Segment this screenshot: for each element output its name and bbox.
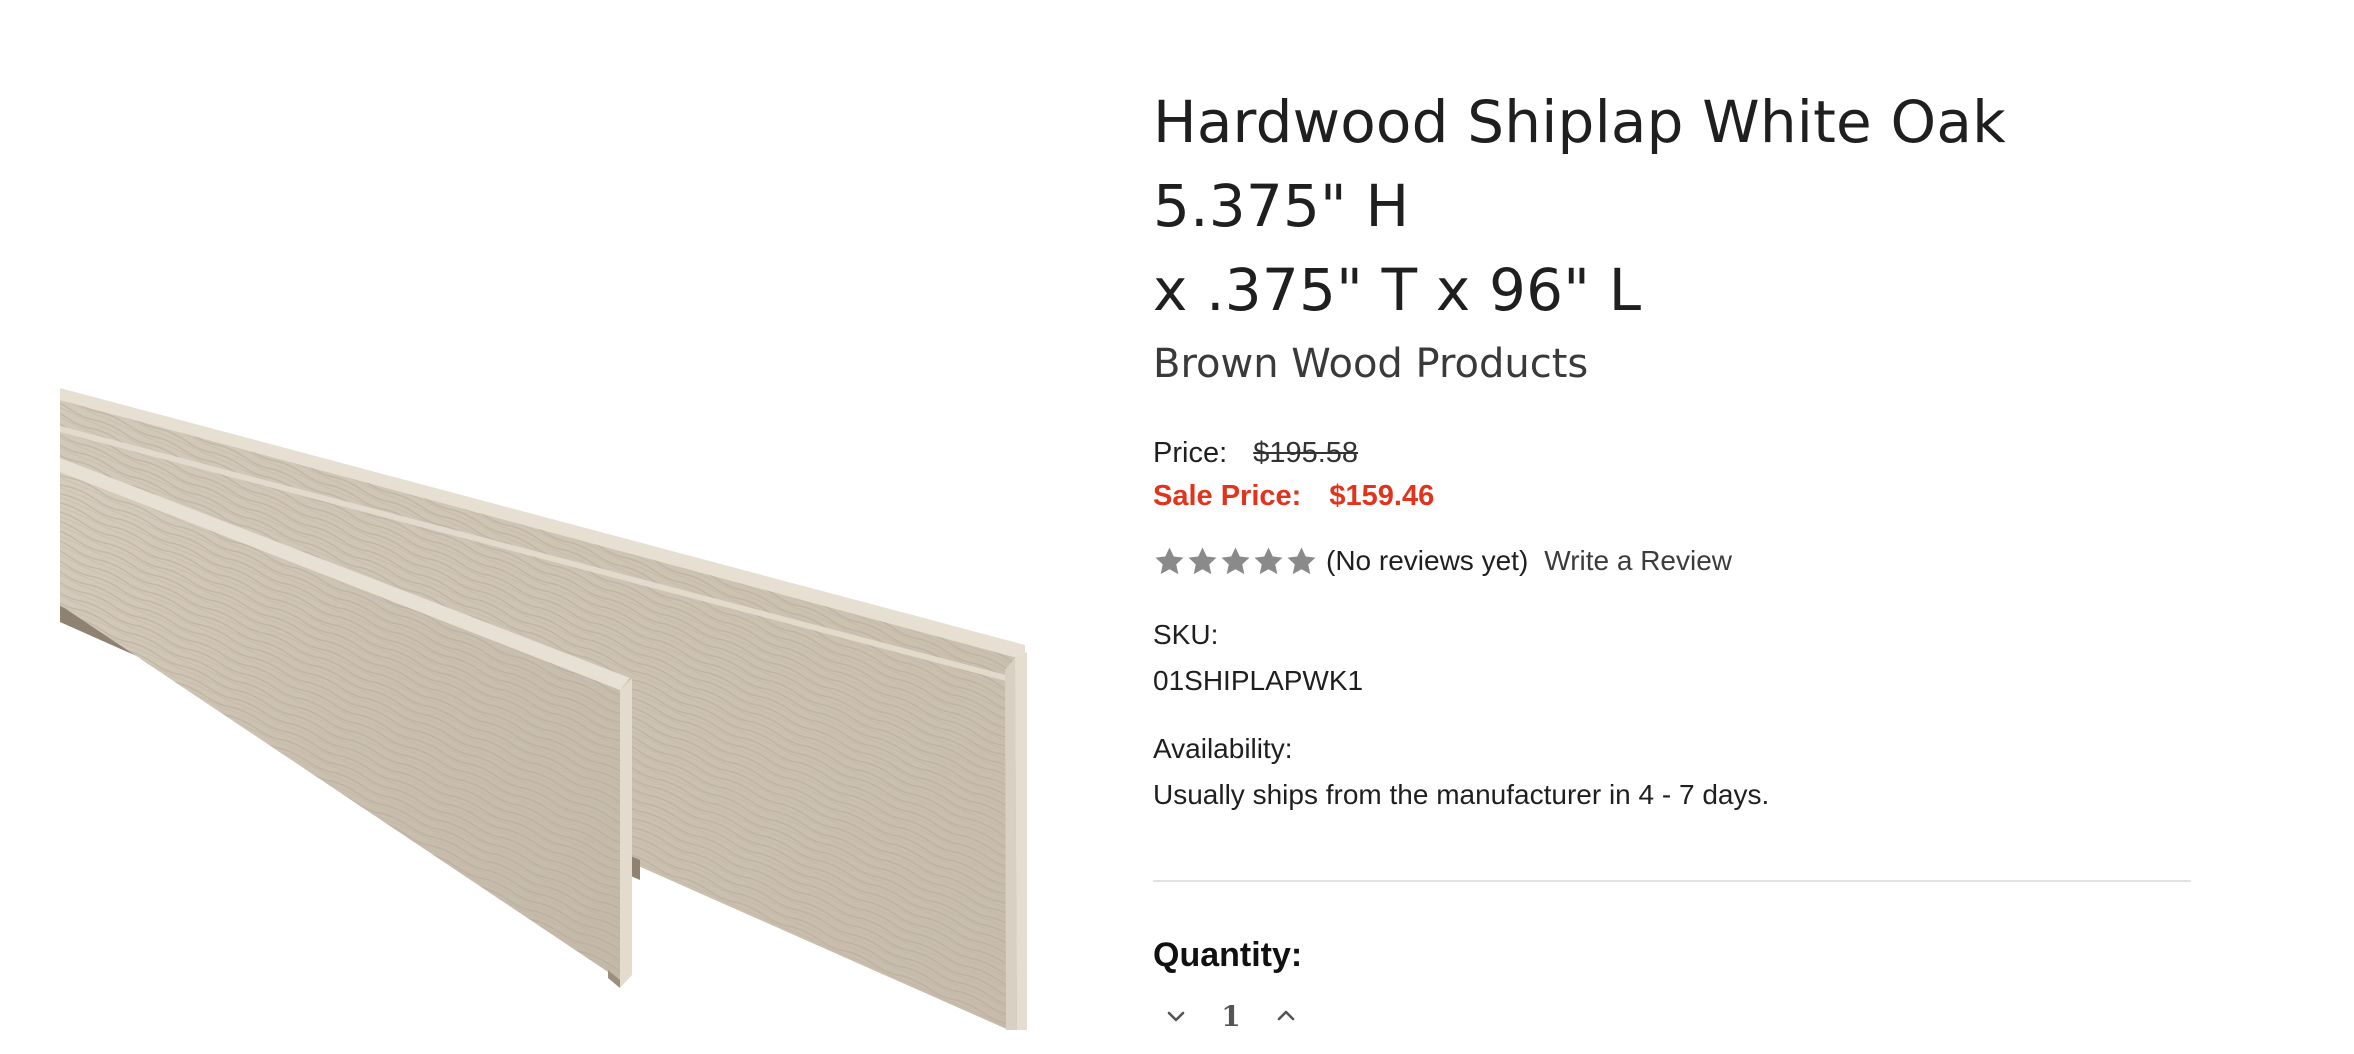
decrease-quantity-button[interactable] <box>1153 993 1199 1039</box>
sku-value: 01SHIPLAPWK1 <box>1153 665 1364 696</box>
quantity-stepper <box>1153 993 2203 1039</box>
product-details: Hardwood Shiplap White Oak 5.375" H x .3… <box>1153 80 2203 1039</box>
star-icon <box>1252 545 1285 578</box>
rating-row: (No reviews yet) Write a Review <box>1153 536 2203 586</box>
product-page: Hardwood Shiplap White Oak 5.375" H x .3… <box>0 0 2354 1054</box>
write-review-link[interactable]: Write a Review <box>1544 545 1732 577</box>
chevron-up-icon <box>1277 1010 1295 1021</box>
availability-value: Usually ships from the manufacturer in 4… <box>1153 779 1770 810</box>
sku-label: SKU: <box>1153 619 1219 650</box>
sku-block: SKU: 01SHIPLAPWK1 <box>1153 612 2203 704</box>
sale-price: $159.46 <box>1329 480 1435 512</box>
shiplap-boards-illustration <box>60 388 1027 1030</box>
product-title: Hardwood Shiplap White Oak 5.375" H x .3… <box>1153 80 2203 332</box>
price-label: Price: <box>1153 437 1228 469</box>
quantity-input[interactable] <box>1199 998 1263 1034</box>
divider <box>1153 880 2191 882</box>
product-image[interactable] <box>60 360 1050 1030</box>
star-icon <box>1153 545 1186 578</box>
chevron-down-icon <box>1167 1011 1185 1022</box>
price-row: Price: $195.58 <box>1153 432 2203 474</box>
availability-label: Availability: <box>1153 733 1293 764</box>
star-icon <box>1219 545 1252 578</box>
star-icon <box>1285 545 1318 578</box>
availability-block: Availability: Usually ships from the man… <box>1153 726 2203 818</box>
original-price: $195.58 <box>1253 437 1359 469</box>
quantity-label: Quantity: <box>1153 936 1303 974</box>
sale-price-row: Sale Price: $159.46 <box>1153 474 2203 518</box>
star-rating <box>1153 545 1318 578</box>
increase-quantity-button[interactable] <box>1263 993 1309 1039</box>
product-title-line1: Hardwood Shiplap White Oak 5.375" H <box>1153 88 2006 240</box>
reviews-count: (No reviews yet) <box>1326 545 1529 576</box>
sale-price-label: Sale Price: <box>1153 480 1302 512</box>
brand-link[interactable]: Brown Wood Products <box>1153 336 2203 392</box>
star-icon <box>1186 545 1219 578</box>
product-title-line2: x .375" T x 96" L <box>1153 256 1642 324</box>
